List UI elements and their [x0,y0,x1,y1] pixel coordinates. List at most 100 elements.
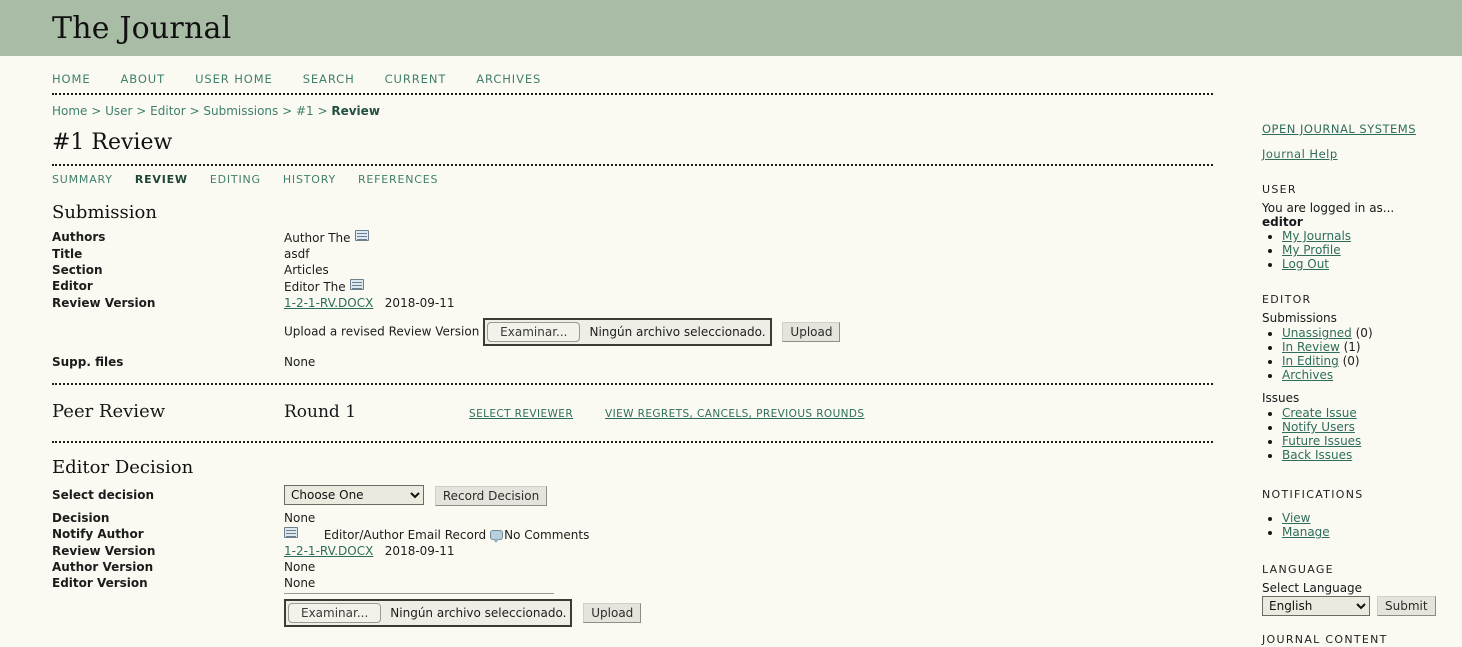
page-title: #1 Review [52,130,173,155]
no-file-text: Ningún archivo seleccionado. [589,325,766,339]
breadcrumb-link[interactable]: #1 [296,104,314,118]
issue-link[interactable]: Create Issue [1282,406,1357,420]
breadcrumb-link[interactable]: User [105,104,132,118]
notify-author-label: Notify Author [52,527,144,541]
submissions-label: Submissions [1262,311,1337,326]
tab-summary[interactable]: SUMMARY [52,172,113,186]
journal-content-heading: JOURNAL CONTENT [1262,633,1388,647]
tab-editing[interactable]: EDITING [210,172,261,186]
submission-link[interactable]: In Review [1282,340,1340,354]
section-label: Section [52,263,103,277]
submission-heading: Submission [52,202,157,223]
editor-version-value: None Examinar... Ningún archivo seleccio… [284,575,1213,628]
list-item: Back Issues [1282,448,1462,462]
logged-in-text: You are logged in as... [1262,201,1395,215]
editor-heading: EDITOR [1262,293,1312,307]
issue-link[interactable]: Future Issues [1282,434,1361,448]
tab-label[interactable]: REVIEW [135,173,188,186]
table-row: Review Version 1-2-1-RV.DOCX 2018-09-11 [52,543,1213,559]
list-item: Notify Users [1282,420,1462,434]
list-item: Archives [1282,368,1462,382]
review-version-label: Review Version [52,296,156,310]
breadcrumb-separator: > [278,104,296,118]
upload-button[interactable]: Upload [583,603,642,623]
select-decision-label: Select decision [52,488,155,502]
table-row: Decision None [52,506,1213,526]
table-row: Upload a revised Review Version Examinar… [52,311,1213,347]
tab-label[interactable]: HISTORY [283,173,336,186]
nav-item: USER HOME [195,72,273,86]
user-link[interactable]: My Profile [1282,243,1341,257]
view-regrets-link[interactable]: VIEW REGRETS, CANCELS, PREVIOUS ROUNDS [605,408,864,420]
list-item: In Review (1) [1282,340,1462,354]
nav-user-home[interactable]: USER HOME [195,72,273,86]
comment-bubble-icon[interactable] [490,530,504,543]
list-item: Future Issues [1282,434,1462,448]
section-value: Articles [284,263,329,277]
tab-label[interactable]: SUMMARY [52,173,113,186]
upload-button[interactable]: Upload [782,322,841,342]
language-select[interactable]: English [1262,596,1370,617]
tab-review[interactable]: REVIEW [135,172,188,186]
submission-count: (1) [1339,340,1361,355]
open-journal-systems-link[interactable]: OPEN JOURNAL SYSTEMS [1262,122,1416,136]
breadcrumb-separator: > [185,104,204,118]
tab-references[interactable]: REFERENCES [358,172,438,186]
decision-select[interactable]: Choose One [284,485,424,505]
tab-label[interactable]: EDITING [210,173,261,186]
review-version-file-link[interactable]: 1-2-1-RV.DOCX [284,296,373,310]
list-item: Manage [1282,525,1462,539]
breadcrumb-separator: > [313,104,332,118]
nav-search[interactable]: SEARCH [303,72,355,86]
browse-button[interactable]: Examinar... [288,603,382,623]
browse-button[interactable]: Examinar... [487,322,581,342]
email-icon[interactable] [354,230,369,241]
breadcrumb-link[interactable]: Home [52,104,87,118]
nav-item: ARCHIVES [476,72,541,86]
breadcrumb-link[interactable]: Editor [150,104,186,118]
record-decision-button[interactable]: Record Decision [434,485,548,506]
submission-link[interactable]: Archives [1282,368,1333,382]
submission-link[interactable]: In Editing [1282,354,1339,368]
peer-review-divider [52,441,1213,443]
breadcrumb-link[interactable]: Submissions [203,104,278,118]
table-row: Supp. files None [52,347,1213,370]
issues-label: Issues [1262,391,1300,406]
table-row: Editor Version None Examinar... Ningún a… [52,575,1213,628]
review-version-value: 1-2-1-RV.DOCX 2018-09-11 [284,295,1213,311]
user-link[interactable]: Log Out [1282,257,1329,271]
table-row: Authors Author The [52,229,1213,246]
select-language-label: Select Language [1262,581,1363,596]
review-version-file-input[interactable]: Examinar... Ningún archivo seleccionado. [483,318,772,346]
issue-link[interactable]: Back Issues [1282,448,1352,462]
user-link[interactable]: My Journals [1282,229,1351,243]
decision-value: None [284,511,316,525]
email-icon[interactable] [349,279,364,290]
journal-help-link[interactable]: Journal Help [1262,147,1338,161]
nav-archives[interactable]: ARCHIVES [476,72,541,86]
list-item: In Editing (0) [1282,354,1462,368]
upload-review-version-row: Upload a revised Review Version Examinar… [284,311,1213,347]
list-item: My Profile [1282,243,1462,257]
submission-link[interactable]: Unassigned [1282,326,1352,340]
select-reviewer-link[interactable]: SELECT REVIEWER [469,408,573,420]
notification-link[interactable]: View [1282,511,1310,525]
nav-home[interactable]: HOME [52,72,91,86]
submission-count: (0) [1351,326,1373,341]
editor-version-file-input[interactable]: Examinar... Ningún archivo seleccionado. [284,599,573,627]
sidebar-editor-block: EDITOR Submissions Unassigned (0)In Revi… [1262,293,1462,462]
issue-link[interactable]: Notify Users [1282,420,1355,434]
nav-about[interactable]: ABOUT [121,72,166,86]
ed-review-version-file-link[interactable]: 1-2-1-RV.DOCX [284,544,373,558]
tab-history[interactable]: HISTORY [283,172,336,186]
language-submit-button[interactable]: Submit [1377,596,1436,617]
notify-author-value: Editor/Author Email Record No Comments [284,526,1213,543]
notification-link[interactable]: Manage [1282,525,1330,539]
editor-version-upload-row: Examinar... Ningún archivo seleccionado.… [284,599,1213,627]
language-heading: LANGUAGE [1262,563,1334,577]
nav-current[interactable]: CURRENT [385,72,447,86]
editor-decision-table: Select decision Choose One Record Decisi… [52,484,1213,628]
email-icon[interactable] [284,527,298,538]
tab-label[interactable]: REFERENCES [358,173,438,186]
table-row: Review Version 1-2-1-RV.DOCX 2018-09-11 [52,295,1213,311]
